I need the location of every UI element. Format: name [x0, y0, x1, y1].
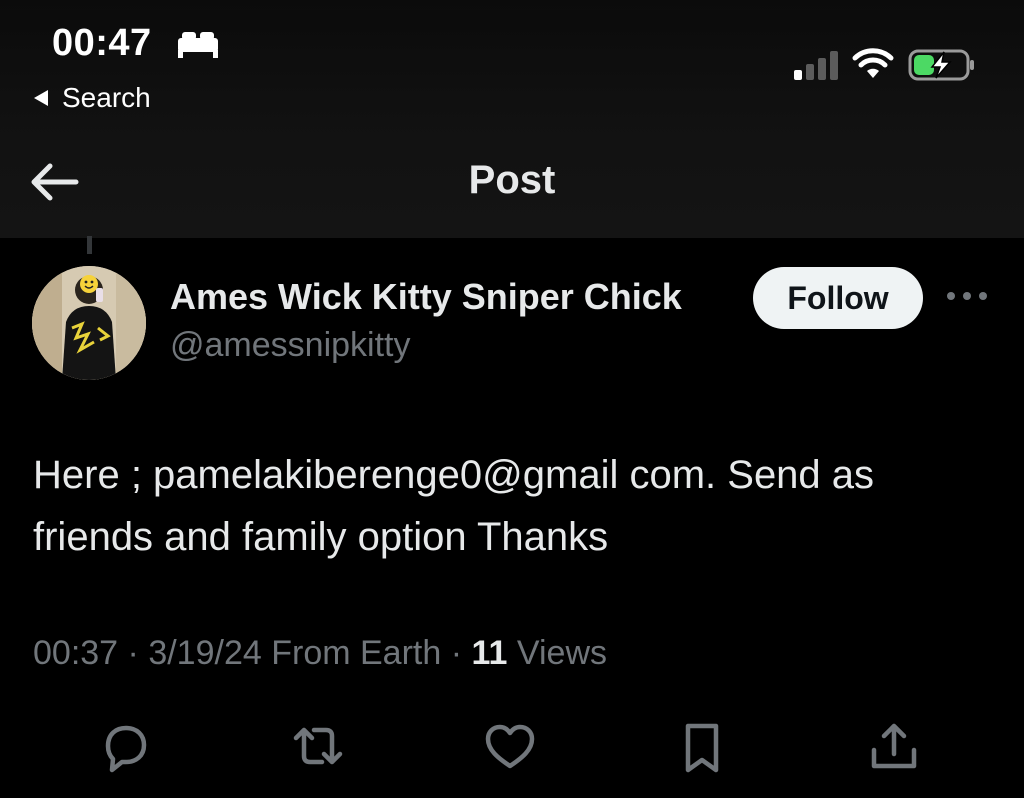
reply-button[interactable] [96, 718, 156, 776]
sleep-mode-icon [178, 32, 218, 58]
back-to-app-label: Search [62, 82, 151, 113]
post-source: From Earth [271, 634, 442, 672]
post-meta: 00:37 · 3/19/24 From Earth · 11 Views [33, 634, 607, 673]
post-text: Here ; pamelakiberenge0@gmail com. Send … [33, 453, 875, 559]
back-to-app-link[interactable]: Search [34, 80, 151, 116]
more-options-icon[interactable] [944, 286, 990, 306]
meta-separator: · [450, 634, 463, 672]
repost-button[interactable] [288, 718, 348, 776]
views-label[interactable]: Views [517, 634, 607, 672]
reply-icon [105, 725, 147, 773]
like-button[interactable] [480, 718, 540, 776]
avatar[interactable] [32, 266, 146, 380]
screen: 00:47 Search Post Ames Wick Kitty Sniper… [0, 0, 1024, 798]
views-count[interactable]: 11 [472, 634, 508, 672]
repost-icon [293, 727, 343, 765]
meta-separator: · [127, 634, 139, 672]
back-triangle-icon [34, 90, 48, 106]
like-icon [485, 724, 535, 769]
status-time: 00:47 [52, 22, 152, 64]
top-bar: 00:47 Search Post [0, 0, 1024, 238]
post-time[interactable]: 00:37 [33, 634, 118, 672]
author-display-name[interactable]: Ames Wick Kitty Sniper Chick [170, 276, 682, 318]
page-title: Post [468, 158, 556, 202]
share-icon [871, 723, 917, 769]
follow-button[interactable]: Follow [753, 267, 923, 329]
battery-charging-icon [908, 49, 974, 81]
wifi-icon [852, 48, 894, 78]
author-handle[interactable]: @amessnipkitty [170, 326, 410, 365]
bookmark-icon [685, 723, 719, 773]
bookmark-button[interactable] [672, 718, 732, 776]
avatar-photo [32, 266, 146, 380]
thread-connector-line [87, 236, 92, 254]
post-date[interactable]: 3/19/24 [148, 634, 261, 672]
cellular-signal-icon [794, 51, 838, 80]
share-button[interactable] [864, 718, 924, 776]
